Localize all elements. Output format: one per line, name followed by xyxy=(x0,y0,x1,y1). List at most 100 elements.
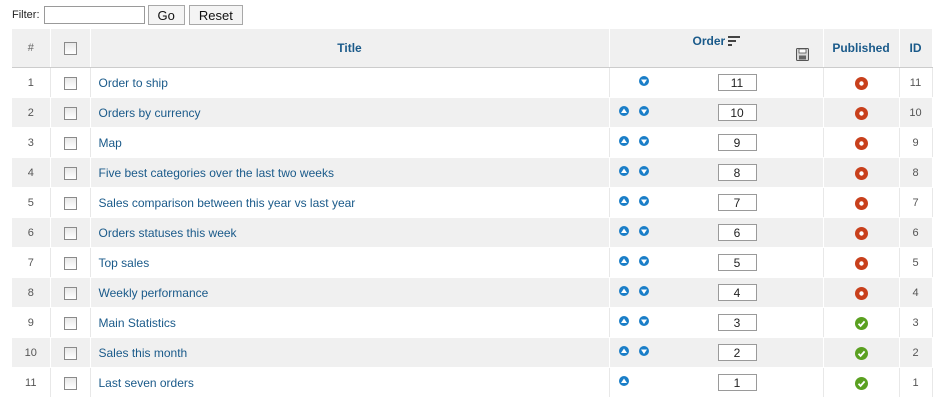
row-checkbox[interactable] xyxy=(63,316,77,330)
move-up-icon[interactable] xyxy=(618,106,629,116)
table-body: 1 Order to ship 11 2 Orders by currency 10 3 Ma… xyxy=(12,67,933,398)
row-title-link[interactable]: Orders by currency xyxy=(99,106,201,120)
unpublished-icon[interactable] xyxy=(854,196,868,210)
unpublished-icon[interactable] xyxy=(854,166,868,180)
move-down-icon[interactable] xyxy=(638,256,649,266)
row-title-link[interactable]: Map xyxy=(99,136,122,150)
row-number: 6 xyxy=(12,217,51,248)
move-up-icon[interactable] xyxy=(618,196,629,206)
row-title-link[interactable]: Order to ship xyxy=(99,76,168,90)
row-title-link[interactable]: Top sales xyxy=(99,256,150,270)
row-checkbox[interactable] xyxy=(63,226,77,240)
row-checkbox[interactable] xyxy=(63,106,77,120)
move-down-icon[interactable] xyxy=(638,166,649,176)
row-checkbox[interactable] xyxy=(63,76,77,90)
unpublished-icon[interactable] xyxy=(854,226,868,240)
row-title-cell: Weekly performance xyxy=(90,277,610,308)
row-title-link[interactable]: Orders statuses this week xyxy=(99,226,237,240)
move-down-icon[interactable] xyxy=(638,76,649,86)
move-up-icon[interactable] xyxy=(618,136,629,146)
move-down-icon[interactable] xyxy=(638,196,649,206)
column-header-checkbox xyxy=(50,29,91,68)
row-title-cell: Orders by currency xyxy=(90,97,610,128)
table-row: 8 Weekly performance 4 xyxy=(12,277,933,308)
unpublished-icon[interactable] xyxy=(854,76,868,90)
row-checkbox[interactable] xyxy=(63,376,77,390)
row-checkbox-cell xyxy=(50,277,91,308)
order-input[interactable] xyxy=(717,224,757,241)
move-up-icon[interactable] xyxy=(618,376,629,386)
filter-bar: Filter: Go Reset xyxy=(0,0,933,30)
row-id: 2 xyxy=(899,337,933,368)
published-icon[interactable] xyxy=(854,316,868,330)
row-order-cell xyxy=(609,97,824,128)
row-title-link[interactable]: Weekly performance xyxy=(99,286,209,300)
unpublished-icon[interactable] xyxy=(854,136,868,150)
go-button[interactable]: Go xyxy=(147,5,185,25)
order-input[interactable] xyxy=(717,284,757,301)
move-up-icon[interactable] xyxy=(618,316,629,326)
move-down-icon[interactable] xyxy=(638,316,649,326)
row-checkbox[interactable] xyxy=(63,196,77,210)
row-title-link[interactable]: Last seven orders xyxy=(99,376,194,390)
unpublished-icon[interactable] xyxy=(854,256,868,270)
column-header-title[interactable]: Title xyxy=(90,29,610,68)
row-published-cell xyxy=(823,337,900,368)
order-input[interactable] xyxy=(717,134,757,151)
move-down-icon[interactable] xyxy=(638,286,649,296)
published-icon[interactable] xyxy=(854,376,868,390)
row-checkbox[interactable] xyxy=(63,286,77,300)
row-published-cell xyxy=(823,127,900,158)
row-title-link[interactable]: Sales this month xyxy=(99,346,188,360)
row-published-cell xyxy=(823,187,900,218)
unpublished-icon[interactable] xyxy=(854,106,868,120)
save-order-icon[interactable] xyxy=(795,48,809,64)
order-input[interactable] xyxy=(717,104,757,121)
move-up-icon[interactable] xyxy=(618,226,629,236)
order-input[interactable] xyxy=(717,254,757,271)
order-input[interactable] xyxy=(717,74,757,91)
row-id: 3 xyxy=(899,307,933,338)
row-title-link[interactable]: Sales comparison between this year vs la… xyxy=(99,196,356,210)
move-down-icon[interactable] xyxy=(638,106,649,116)
row-checkbox-cell xyxy=(50,247,91,278)
move-down-icon[interactable] xyxy=(638,226,649,236)
column-header-published[interactable]: Published xyxy=(823,29,900,68)
sort-descending-icon[interactable] xyxy=(727,35,740,49)
row-title-cell: Sales comparison between this year vs la… xyxy=(90,187,610,218)
row-title-cell: Top sales xyxy=(90,247,610,278)
unpublished-icon[interactable] xyxy=(854,286,868,300)
row-checkbox[interactable] xyxy=(63,256,77,270)
check-all-checkbox[interactable] xyxy=(63,42,77,56)
row-id: 5 xyxy=(899,247,933,278)
move-up-icon[interactable] xyxy=(618,286,629,296)
row-checkbox[interactable] xyxy=(63,136,77,150)
table-row: 1 Order to ship 11 xyxy=(12,67,933,98)
row-number: 4 xyxy=(12,157,51,188)
reset-button[interactable]: Reset xyxy=(188,5,243,25)
row-id: 6 xyxy=(899,217,933,248)
move-up-icon[interactable] xyxy=(618,166,629,176)
order-sort-link[interactable]: Order xyxy=(693,34,726,48)
order-input[interactable] xyxy=(717,194,757,211)
order-input[interactable] xyxy=(717,164,757,181)
move-down-icon[interactable] xyxy=(638,136,649,146)
order-input[interactable] xyxy=(717,344,757,361)
filter-input[interactable] xyxy=(43,6,145,24)
move-up-icon[interactable] xyxy=(618,256,629,266)
order-input[interactable] xyxy=(717,374,757,391)
row-title-link[interactable]: Five best categories over the last two w… xyxy=(99,166,334,180)
column-header-id[interactable]: ID xyxy=(899,29,933,68)
move-up-icon[interactable] xyxy=(618,346,629,356)
order-input[interactable] xyxy=(717,314,757,331)
row-checkbox[interactable] xyxy=(63,166,77,180)
row-title-link[interactable]: Main Statistics xyxy=(99,316,176,330)
row-number: 9 xyxy=(12,307,51,338)
row-id: 9 xyxy=(899,127,933,158)
published-icon[interactable] xyxy=(854,346,868,360)
move-down-icon[interactable] xyxy=(638,346,649,356)
row-checkbox-cell xyxy=(50,67,91,98)
table-header-row: # Title Order Published ID xyxy=(12,29,933,68)
row-order-cell xyxy=(609,307,824,338)
row-checkbox[interactable] xyxy=(63,346,77,360)
